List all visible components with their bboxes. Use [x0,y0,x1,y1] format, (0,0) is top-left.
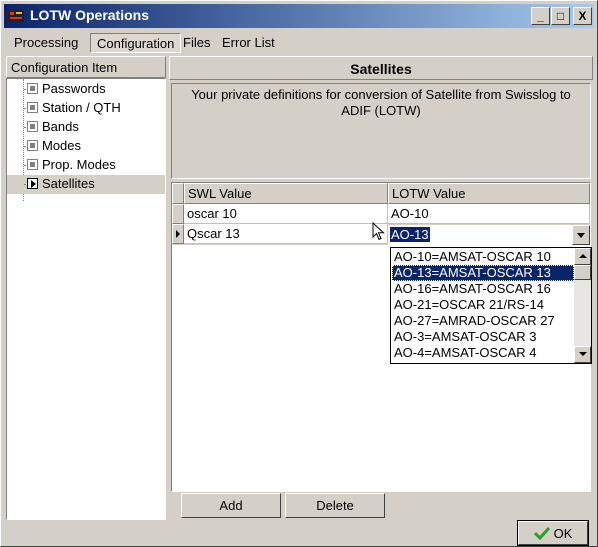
column-header-lotw-value[interactable]: LOTW Value [388,183,590,204]
scroll-down-icon[interactable] [574,346,591,363]
dropdown-option-selected[interactable]: AO-13=AMSAT-OSCAR 13 [392,265,574,281]
description-text: Your private definitions for conversion … [171,83,591,179]
combo-selected-value: AO-13 [390,227,430,242]
tree-item-label: Station / QTH [42,100,121,115]
menu-processing[interactable]: Processing [8,33,84,53]
tree-item-modes[interactable]: Modes [7,137,165,156]
scroll-up-icon[interactable] [574,248,591,265]
table-cell-lotw[interactable]: AO-10 [388,204,590,224]
mouse-cursor-icon [372,222,385,241]
grid-corner [172,183,184,204]
app-icon [8,10,24,22]
tree-item-passwords[interactable]: Passwords [7,80,165,99]
configuration-item-header: Configuration Item [6,56,166,78]
tree-item-bands[interactable]: Bands [7,118,165,137]
node-icon [27,159,38,170]
page-title: Satellites [169,56,593,80]
tree-item-label: Prop. Modes [42,157,116,172]
dropdown-option[interactable]: AO-4=AMSAT-OSCAR 4 [392,345,574,361]
ok-label: OK [553,525,573,541]
table-cell-swl[interactable]: oscar 10 [184,204,388,224]
maximize-icon: □ [556,9,565,23]
column-header-swl-value[interactable]: SWL Value [184,183,388,204]
maximize-button[interactable]: □ [551,7,570,25]
close-icon: X [578,9,587,23]
grid-button-row: Add Delete [171,493,591,520]
current-row-icon [176,230,180,238]
close-button[interactable]: X [573,7,592,25]
node-icon [27,121,38,132]
table-cell-swl[interactable]: Qscar 13 [184,224,388,244]
dropdown-option[interactable]: AO-10=AMSAT-OSCAR 10 [392,249,574,265]
dropdown-option[interactable]: AO-16=AMSAT-OSCAR 16 [392,281,574,297]
minimize-icon: _ [537,9,544,23]
satellites-panel: Satellites Your private definitions for … [169,56,593,520]
menu-error-list[interactable]: Error List [216,33,281,53]
configuration-panel: Configuration Item Passwords Station / Q… [6,56,166,520]
tree-item-label: Satellites [42,176,95,191]
tree-item-label: Modes [42,138,82,153]
checkmark-icon [533,526,550,540]
menu-bar: Processing Configuration Files Error Lis… [4,31,594,54]
dropdown-option[interactable]: AO-3=AMSAT-OSCAR 3 [392,329,574,345]
title-bar: LOTW Operations _ □ X [4,4,594,28]
tree-item-station-qth[interactable]: Station / QTH [7,99,165,118]
selected-node-icon [27,178,38,189]
satellite-dropdown-list[interactable]: AO-10=AMSAT-OSCAR 10 AO-13=AMSAT-OSCAR 1… [390,247,592,364]
menu-files[interactable]: Files [177,33,216,53]
delete-button[interactable]: Delete [285,493,385,518]
row-indicator[interactable] [172,204,184,224]
tree-item-prop-modes[interactable]: Prop. Modes [7,156,165,175]
tree-item-label: Passwords [42,81,106,96]
lotw-operations-window: LOTW Operations _ □ X Processing Configu… [0,0,598,547]
node-icon [27,140,38,151]
chevron-down-icon[interactable] [572,225,590,245]
dropdown-scrollbar[interactable] [574,248,591,363]
menu-configuration[interactable]: Configuration [90,33,182,53]
status-bar: OK [4,520,594,546]
dropdown-option[interactable]: AO-21=OSCAR 21/RS-14 [392,297,574,313]
ok-button[interactable]: OK [517,520,589,546]
row-indicator-current[interactable] [172,224,184,244]
lotw-value-combo[interactable]: AO-13 [388,225,590,245]
minimize-button[interactable]: _ [531,7,550,25]
node-icon [27,102,38,113]
scroll-thumb[interactable] [574,265,591,280]
tree-item-label: Bands [42,119,79,134]
node-icon [27,83,38,94]
dropdown-option[interactable]: AO-27=AMRAD-OSCAR 27 [392,313,574,329]
window-title: LOTW Operations [30,7,149,23]
add-button[interactable]: Add [181,493,281,518]
tree-item-satellites[interactable]: Satellites [7,175,165,194]
configuration-tree: Passwords Station / QTH Bands Modes Prop… [6,78,166,520]
